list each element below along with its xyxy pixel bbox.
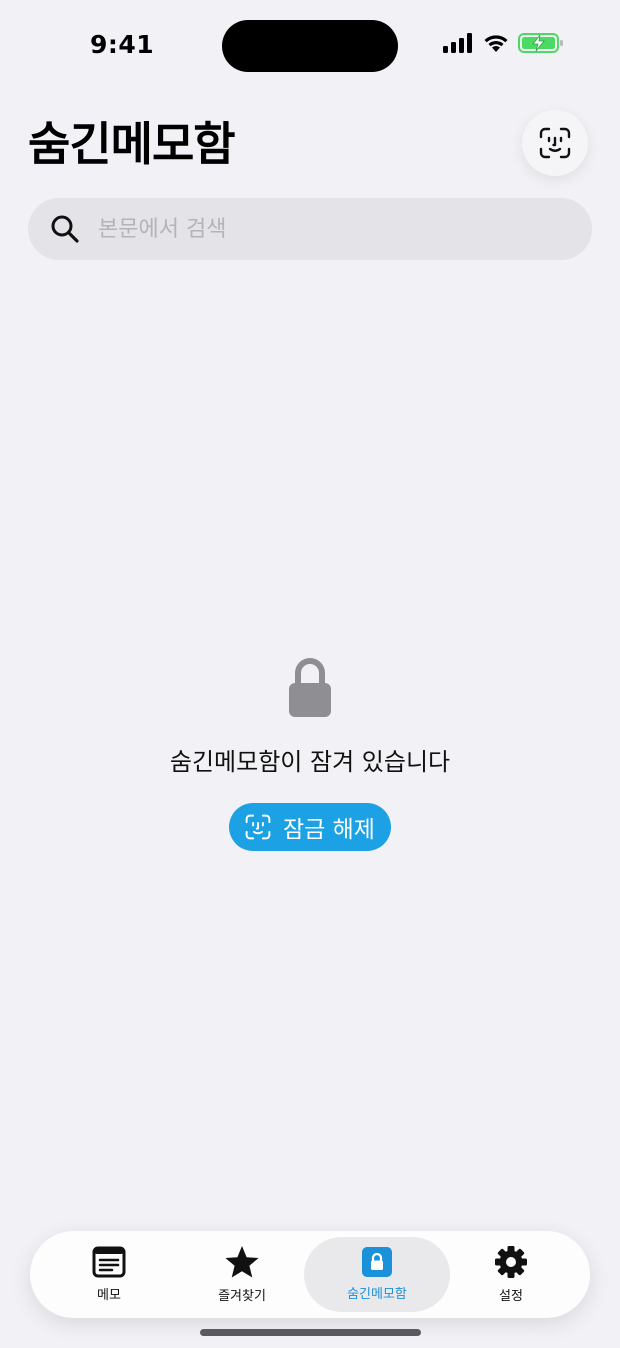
tab-settings[interactable]: 설정 xyxy=(438,1237,584,1312)
unlock-button-label: 잠금 해제 xyxy=(283,817,375,843)
face-id-button[interactable] xyxy=(522,110,588,176)
tab-label-memo: 메모 xyxy=(97,1288,121,1303)
status-icons xyxy=(443,33,564,53)
status-bar: 9:41 xyxy=(0,0,620,92)
search-bar[interactable] xyxy=(28,198,592,260)
search-input[interactable] xyxy=(96,215,540,243)
tab-label-settings: 설정 xyxy=(499,1289,523,1304)
status-time: 9:41 xyxy=(90,30,155,59)
gear-icon xyxy=(495,1246,527,1278)
page-title: 숨긴메모함 xyxy=(28,117,236,171)
locked-message: 숨긴메모함이 잠겨 있습니다 xyxy=(169,748,451,776)
lock-icon xyxy=(362,1247,392,1277)
search-icon xyxy=(51,215,79,243)
tab-label-favorites: 즐겨찾기 xyxy=(218,1289,266,1304)
tab-hidden-memos[interactable]: 숨긴메모함 xyxy=(304,1237,450,1312)
dynamic-island xyxy=(222,20,398,72)
face-id-icon xyxy=(245,814,271,840)
battery-charging-icon xyxy=(518,33,563,53)
cellular-signal-icon xyxy=(443,33,472,53)
memo-icon xyxy=(92,1246,126,1278)
tab-memo[interactable]: 메모 xyxy=(36,1237,182,1312)
face-id-icon xyxy=(539,127,571,159)
tab-label-hidden-memos: 숨긴메모함 xyxy=(347,1287,407,1302)
unlock-button[interactable]: 잠금 해제 xyxy=(229,803,391,851)
star-icon xyxy=(225,1246,259,1278)
lock-icon xyxy=(289,658,331,717)
home-indicator xyxy=(200,1329,421,1336)
wifi-icon xyxy=(484,35,508,52)
tab-favorites[interactable]: 즐겨찾기 xyxy=(169,1237,315,1312)
tab-bar: 메모 즐겨찾기 숨긴메모함 설정 xyxy=(30,1231,590,1318)
